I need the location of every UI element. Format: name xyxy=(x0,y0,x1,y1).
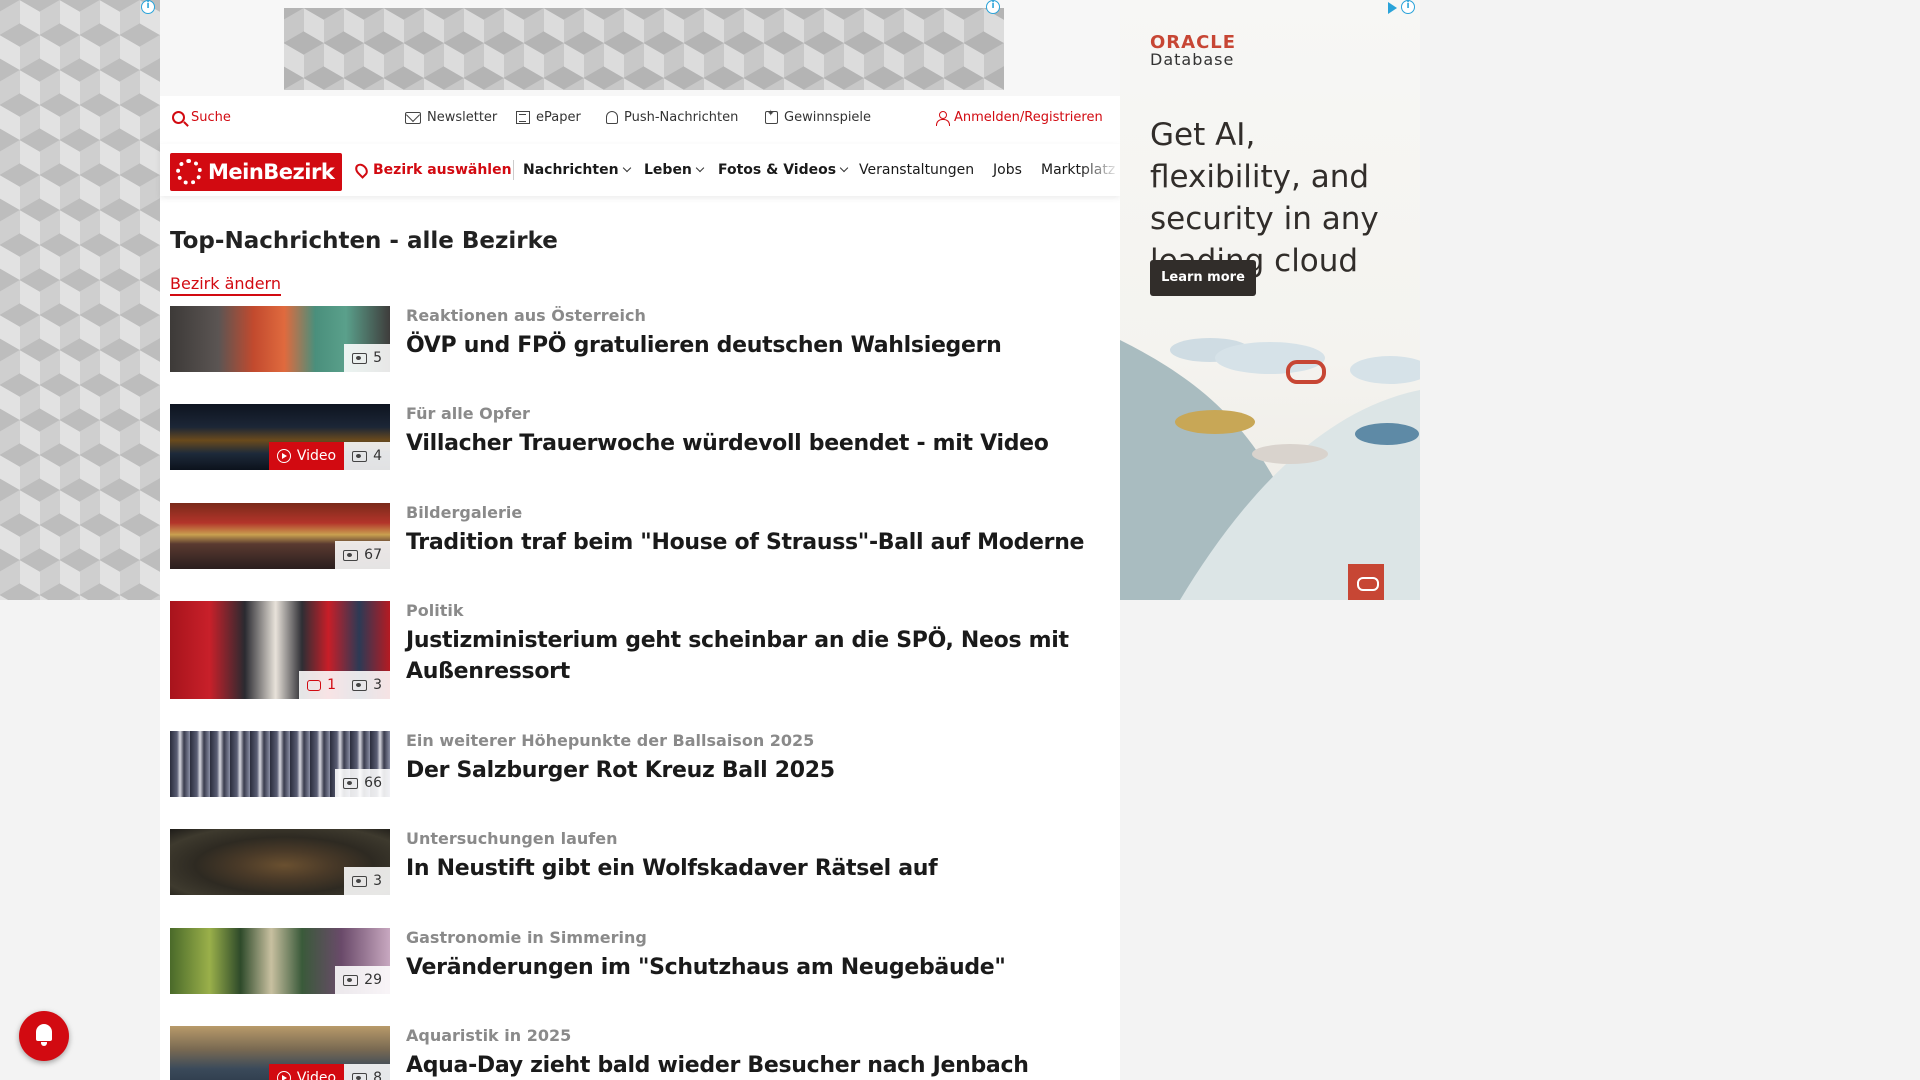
article-headline[interactable]: Villacher Trauerwoche würdevoll beendet … xyxy=(406,428,1096,459)
camera-icon xyxy=(352,679,368,691)
nav-item-jobs[interactable]: Jobs xyxy=(993,162,1022,178)
top-banner-ad[interactable] xyxy=(284,8,1004,90)
newsletter-link[interactable]: Newsletter xyxy=(405,110,497,125)
chevron-down-icon xyxy=(695,163,705,173)
logo[interactable]: MeinBezirk xyxy=(170,153,342,191)
thumbnail-meta: 29 xyxy=(335,966,390,994)
article-kicker: Bildergalerie xyxy=(406,503,523,522)
article-headline[interactable]: Veränderungen im "Schutzhaus am Neugebäu… xyxy=(406,952,1096,983)
article-kicker: Für alle Opfer xyxy=(406,404,530,423)
thumbnail-meta: Video 4 xyxy=(268,442,390,470)
nav-item-veranstaltungen[interactable]: Veranstaltungen xyxy=(859,162,974,178)
comment-icon xyxy=(307,679,322,691)
nav-fade xyxy=(1080,144,1120,196)
article-headline[interactable]: ÖVP und FPÖ gratulieren deutschen Wahlsi… xyxy=(406,330,1096,361)
mail-icon xyxy=(405,111,421,124)
camera-icon xyxy=(343,549,359,561)
article-kicker: Reaktionen aus Österreich xyxy=(406,306,646,325)
push-link[interactable]: Push-Nachrichten xyxy=(606,110,738,125)
page-title: Top-Nachrichten - alle Bezirke xyxy=(170,228,558,254)
article-thumbnail[interactable]: Video 4 xyxy=(170,404,390,470)
article-kicker: Ein weiterer Höhepunkte der Ballsaison 2… xyxy=(406,731,815,750)
learn-more-button[interactable]: Learn more xyxy=(1150,260,1256,296)
article-thumbnail[interactable]: Video 8 xyxy=(170,1026,390,1080)
photo-count-badge: 67 xyxy=(335,541,390,569)
search-link[interactable]: Suche xyxy=(172,110,231,125)
camera-icon xyxy=(352,450,368,462)
article-thumbnail[interactable]: 5 xyxy=(170,306,390,372)
video-badge: Video xyxy=(268,442,345,470)
article-kicker: Gastronomie in Simmering xyxy=(406,928,647,947)
article-headline[interactable]: Justizministerium geht scheinbar an die … xyxy=(406,625,1096,687)
photo-count-badge: 5 xyxy=(344,344,390,372)
play-icon xyxy=(276,449,291,463)
camera-icon xyxy=(343,974,359,986)
article-headline[interactable]: Tradition traf beim "House of Strauss"-B… xyxy=(406,527,1096,558)
top-ad-area: i i xyxy=(141,0,1120,96)
epaper-link[interactable]: ePaper xyxy=(516,110,581,125)
article-kicker: Politik xyxy=(406,601,464,620)
article-kicker: Untersuchungen laufen xyxy=(406,829,618,848)
bezirk-change-link[interactable]: Bezirk ändern xyxy=(170,274,281,296)
nav-item-nachrichten[interactable]: Nachrichten xyxy=(523,162,631,178)
camera-icon xyxy=(352,1072,368,1080)
logo-mark-icon xyxy=(176,159,202,185)
thumbnail-meta: 5 xyxy=(344,344,390,372)
ad-info-icon[interactable]: i xyxy=(986,0,1000,14)
play-icon xyxy=(276,1071,291,1080)
article-thumbnail[interactable]: 3 xyxy=(170,829,390,895)
bell-icon xyxy=(606,111,618,124)
search-icon xyxy=(172,111,185,124)
thumbnail-meta: 1 3 xyxy=(299,671,390,699)
article-thumbnail[interactable]: 66 xyxy=(170,731,390,797)
thumbnail-meta: Video 8 xyxy=(268,1064,390,1080)
nav-item-leben[interactable]: Leben xyxy=(644,162,705,178)
location-pin-icon xyxy=(352,161,371,179)
utility-bar: Suche Newsletter ePaper Push-Nachrichten… xyxy=(160,104,1120,136)
comment-count-badge: 1 xyxy=(299,671,345,699)
article-headline[interactable]: Der Salzburger Rot Kreuz Ball 2025 xyxy=(406,755,1096,786)
article-thumbnail[interactable]: 29 xyxy=(170,928,390,994)
camera-icon xyxy=(343,777,359,789)
nav-item-fotos-videos[interactable]: Fotos & Videos xyxy=(718,162,849,178)
photo-count-badge: 8 xyxy=(344,1064,390,1080)
camera-icon xyxy=(352,875,368,887)
article-kicker: Aquaristik in 2025 xyxy=(406,1026,572,1045)
oracle-foot-icon xyxy=(1348,564,1384,600)
adchoices-icon[interactable] xyxy=(1388,2,1397,14)
oracle-product: Database xyxy=(1150,50,1235,69)
nav-divider xyxy=(513,160,514,180)
login-link[interactable]: Anmelden/Registrieren xyxy=(936,110,1103,126)
photo-count-badge: 3 xyxy=(344,867,390,895)
video-badge: Video xyxy=(268,1064,345,1080)
gewinnspiele-link[interactable]: Gewinnspiele xyxy=(765,109,871,125)
main-nav: MeinBezirk Bezirk auswählen Nachrichten … xyxy=(160,144,1120,196)
main-content: i i Suche Newsletter ePaper Push-Nachric… xyxy=(141,0,1120,1080)
thumbnail-meta: 67 xyxy=(335,541,390,569)
oracle-ad[interactable]: ORACLE Database Get AI, flexibility, and… xyxy=(1120,0,1420,600)
camera-icon xyxy=(352,352,368,364)
ad-info-icon[interactable]: i xyxy=(1401,0,1415,14)
chevron-down-icon xyxy=(839,163,849,173)
article-thumbnail[interactable]: 67 xyxy=(170,503,390,569)
article-headline[interactable]: In Neustift gibt ein Wolfskadaver Rätsel… xyxy=(406,853,1096,884)
newspaper-icon xyxy=(516,111,530,124)
ad-info-icon[interactable]: i xyxy=(141,0,155,14)
article-headline[interactable]: Aqua-Day zieht bald wieder Besucher nach… xyxy=(406,1050,1096,1080)
bezirk-select[interactable]: Bezirk auswählen xyxy=(352,161,512,179)
background-ad-left[interactable] xyxy=(0,0,160,600)
article-thumbnail[interactable]: 1 3 xyxy=(170,601,390,699)
thumbnail-meta: 3 xyxy=(344,867,390,895)
photo-count-badge: 66 xyxy=(335,769,390,797)
notification-bell-button[interactable] xyxy=(19,1011,69,1061)
user-icon xyxy=(936,110,950,126)
photo-count-badge: 3 xyxy=(344,671,390,699)
oracle-headline: Get AI, flexibility, and security in any… xyxy=(1150,117,1379,279)
oracle-ad-illustration xyxy=(1120,338,1420,600)
photo-count-badge: 29 xyxy=(335,966,390,994)
chevron-down-icon xyxy=(622,163,631,173)
gift-icon xyxy=(765,109,778,124)
thumbnail-meta: 66 xyxy=(335,769,390,797)
photo-count-badge: 4 xyxy=(344,442,390,470)
